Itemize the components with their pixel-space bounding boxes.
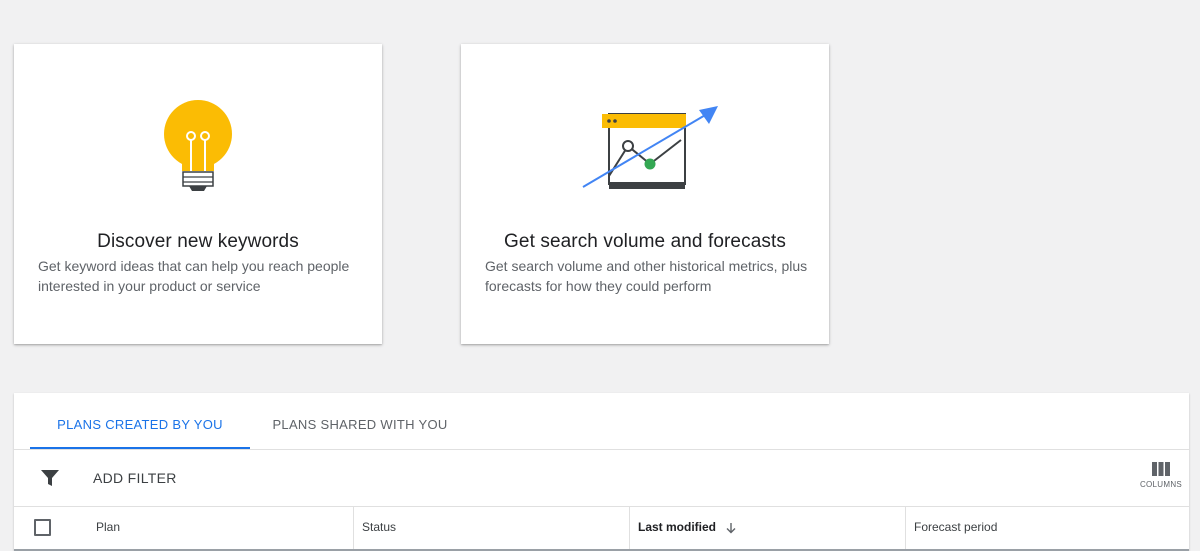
column-header-last-modified[interactable]: Last modified (629, 507, 905, 549)
column-header-status[interactable]: Status (353, 507, 629, 549)
table-header-row: Plan Status Last modified Forecast perio… (14, 507, 1189, 551)
card-title: Discover new keywords (97, 231, 299, 252)
arrow-down-icon (726, 522, 736, 534)
trend-chart-icon (582, 106, 718, 189)
columns-label: COLUMNS (1139, 480, 1183, 489)
column-header-plan[interactable]: Plan (74, 507, 353, 549)
card-description: Get keyword ideas that can help you reac… (38, 258, 350, 294)
columns-button[interactable]: COLUMNS (1139, 462, 1183, 498)
column-header-forecast-period[interactable]: Forecast period (905, 507, 1189, 549)
add-filter-button[interactable]: ADD FILTER (93, 470, 177, 486)
filter-icon[interactable] (40, 469, 60, 487)
column-header-label: Last modified (638, 520, 717, 534)
plans-tabs: PLANS CREATED BY YOU PLANS SHARED WITH Y… (14, 393, 1189, 450)
card-title: Get search volume and forecasts (504, 231, 786, 252)
tab-plans-created-by-you[interactable]: PLANS CREATED BY YOU (30, 393, 250, 449)
tab-plans-shared-with-you[interactable]: PLANS SHARED WITH YOU (250, 393, 470, 449)
plans-panel: PLANS CREATED BY YOU PLANS SHARED WITH Y… (14, 393, 1189, 551)
active-tab-indicator (30, 447, 250, 449)
search-volume-forecasts-card[interactable]: Get search volume and forecasts Get sear… (461, 44, 829, 344)
columns-icon (1152, 462, 1170, 476)
card-description: Get search volume and other historical m… (485, 258, 808, 294)
discover-keywords-card[interactable]: Discover new keywords Get keyword ideas … (14, 44, 382, 344)
filter-toolbar: ADD FILTER COLUMNS (14, 450, 1189, 507)
lightbulb-icon (164, 100, 232, 191)
select-all-cell (14, 507, 74, 549)
select-all-checkbox[interactable] (34, 519, 51, 536)
